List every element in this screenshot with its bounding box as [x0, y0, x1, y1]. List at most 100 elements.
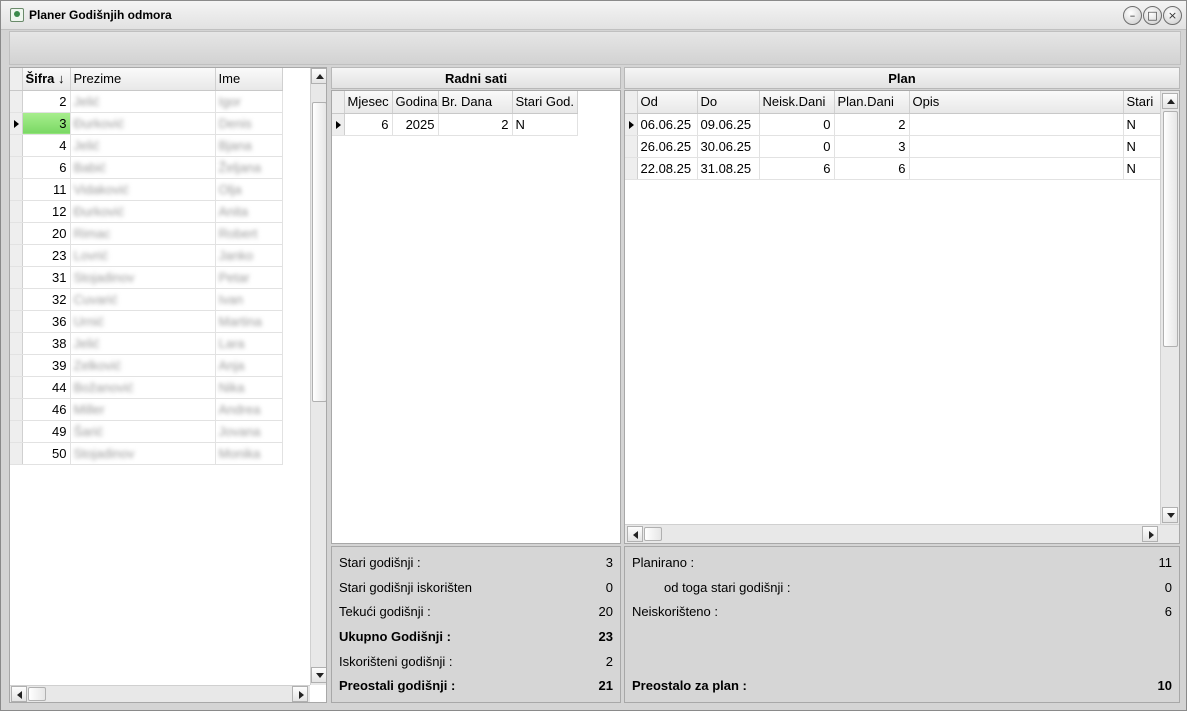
cell-sifra[interactable]: 49: [22, 420, 71, 443]
cell-sifra[interactable]: 46: [22, 398, 71, 421]
column-header-opis[interactable]: Opis: [909, 91, 1124, 114]
cell-ime[interactable]: Olja: [215, 178, 283, 201]
scroll-thumb[interactable]: [1163, 111, 1178, 347]
scroll-thumb[interactable]: [312, 102, 326, 402]
cell-ime[interactable]: Lara: [215, 332, 283, 355]
plan-horizontal-scrollbar[interactable]: [625, 524, 1179, 543]
column-header-plan-dani[interactable]: Plan.Dani: [834, 91, 910, 114]
cell-ime[interactable]: Ivan: [215, 288, 283, 311]
cell-prezime[interactable]: Stojadinov: [70, 266, 216, 289]
cell-do[interactable]: 31.08.25: [697, 157, 760, 180]
cell-ime[interactable]: Robert: [215, 222, 283, 245]
table-row[interactable]: 39 Zelković Anja: [10, 354, 283, 377]
table-row[interactable]: 6 2025 2 N: [332, 113, 578, 136]
cell-ime[interactable]: Anita: [215, 200, 283, 223]
scroll-right-button[interactable]: [292, 686, 308, 702]
cell-sifra[interactable]: 6: [22, 156, 71, 179]
cell-sifra[interactable]: 36: [22, 310, 71, 333]
table-row[interactable]: 22.08.25 31.08.25 6 6 N: [625, 157, 1161, 180]
column-header-stari[interactable]: Stari: [1123, 91, 1161, 114]
cell-opis[interactable]: [909, 135, 1124, 158]
table-row[interactable]: 46 Miller Andrea: [10, 398, 283, 421]
cell-stari[interactable]: N: [1123, 135, 1161, 158]
table-row[interactable]: 31 Stojadinov Petar: [10, 266, 283, 289]
table-row[interactable]: 23 Lovrić Janko: [10, 244, 283, 267]
cell-prezime[interactable]: Božanović: [70, 376, 216, 399]
cell-prezime[interactable]: Stojadinov: [70, 442, 216, 465]
cell-ime[interactable]: Anja: [215, 354, 283, 377]
table-row[interactable]: 6 Babić Željana: [10, 156, 283, 179]
cell-neisk-dani[interactable]: 0: [759, 113, 835, 136]
scroll-up-button[interactable]: [1162, 93, 1178, 109]
cell-ime[interactable]: Petar: [215, 266, 283, 289]
cell-plan-dani[interactable]: 2: [834, 113, 910, 136]
plan-grid[interactable]: Od Do Neisk.Dani Plan.Dani Opis Stari 06…: [624, 90, 1180, 544]
table-row[interactable]: 11 Vidaković Olja: [10, 178, 283, 201]
cell-sifra[interactable]: 23: [22, 244, 71, 267]
cell-sifra[interactable]: 3: [22, 112, 71, 135]
cell-ime[interactable]: Martina: [215, 310, 283, 333]
column-header-mjesec[interactable]: Mjesec: [344, 91, 393, 114]
scroll-down-button[interactable]: [311, 667, 326, 683]
cell-sifra[interactable]: 20: [22, 222, 71, 245]
minimize-button[interactable]: –: [1123, 6, 1142, 25]
radni-sati-grid[interactable]: Mjesec Godina Br. Dana Stari God. 6 2025…: [331, 90, 621, 544]
column-header-stari-god[interactable]: Stari God.: [512, 91, 578, 114]
cell-prezime[interactable]: Lovrić: [70, 244, 216, 267]
cell-prezime[interactable]: Jelić: [70, 332, 216, 355]
cell-od[interactable]: 22.08.25: [637, 157, 698, 180]
table-row[interactable]: 50 Stojadinov Monika: [10, 442, 283, 465]
employees-vertical-scrollbar[interactable]: [310, 68, 326, 685]
cell-do[interactable]: 09.06.25: [697, 113, 760, 136]
cell-sifra[interactable]: 31: [22, 266, 71, 289]
cell-ime[interactable]: Monika: [215, 442, 283, 465]
table-row[interactable]: 26.06.25 30.06.25 0 3 N: [625, 135, 1161, 158]
table-row[interactable]: 20 Rimac Robert: [10, 222, 283, 245]
plan-vertical-scrollbar[interactable]: [1160, 91, 1179, 524]
cell-prezime[interactable]: Zelković: [70, 354, 216, 377]
column-header-od[interactable]: Od: [637, 91, 698, 114]
cell-plan-dani[interactable]: 6: [834, 157, 910, 180]
scroll-left-button[interactable]: [627, 526, 643, 542]
cell-ime[interactable]: Nika: [215, 376, 283, 399]
table-row[interactable]: 2 Jelić Igor: [10, 90, 283, 113]
column-header-prezime[interactable]: Prezime: [70, 68, 216, 91]
cell-prezime[interactable]: Urnić: [70, 310, 216, 333]
cell-sifra[interactable]: 38: [22, 332, 71, 355]
scroll-right-button[interactable]: [1142, 526, 1158, 542]
column-header-ime[interactable]: Ime: [215, 68, 283, 91]
cell-sifra[interactable]: 39: [22, 354, 71, 377]
title-bar[interactable]: Planer Godišnjih odmora – □ ×: [1, 1, 1186, 30]
employees-horizontal-scrollbar[interactable]: [10, 685, 310, 702]
cell-neisk-dani[interactable]: 0: [759, 135, 835, 158]
cell-ime[interactable]: Denis: [215, 112, 283, 135]
cell-sifra[interactable]: 44: [22, 376, 71, 399]
cell-ime[interactable]: Andrea: [215, 398, 283, 421]
cell-prezime[interactable]: Đurković: [70, 200, 216, 223]
cell-ime[interactable]: Janko: [215, 244, 283, 267]
column-header-br-dana[interactable]: Br. Dana: [438, 91, 513, 114]
cell-opis[interactable]: [909, 113, 1124, 136]
cell-ime[interactable]: Igor: [215, 90, 283, 113]
cell-stari[interactable]: N: [1123, 113, 1161, 136]
table-row[interactable]: 3 Đurković Denis: [10, 112, 283, 135]
scroll-up-button[interactable]: [311, 68, 326, 84]
cell-ime[interactable]: Željana: [215, 156, 283, 179]
cell-prezime[interactable]: Jelić: [70, 134, 216, 157]
table-row[interactable]: 12 Đurković Anita: [10, 200, 283, 223]
close-button[interactable]: ×: [1163, 6, 1182, 25]
cell-do[interactable]: 30.06.25: [697, 135, 760, 158]
cell-prezime[interactable]: Šarić: [70, 420, 216, 443]
cell-sifra[interactable]: 4: [22, 134, 71, 157]
cell-prezime[interactable]: Vidaković: [70, 178, 216, 201]
cell-plan-dani[interactable]: 3: [834, 135, 910, 158]
table-row[interactable]: 36 Urnić Martina: [10, 310, 283, 333]
cell-ime[interactable]: Jovana: [215, 420, 283, 443]
cell-godina[interactable]: 2025: [392, 113, 439, 136]
cell-neisk-dani[interactable]: 6: [759, 157, 835, 180]
table-row[interactable]: 32 Cuvarić Ivan: [10, 288, 283, 311]
cell-sifra[interactable]: 12: [22, 200, 71, 223]
cell-mjesec[interactable]: 6: [344, 113, 393, 136]
cell-prezime[interactable]: Rimac: [70, 222, 216, 245]
table-row[interactable]: 06.06.25 09.06.25 0 2 N: [625, 113, 1161, 136]
